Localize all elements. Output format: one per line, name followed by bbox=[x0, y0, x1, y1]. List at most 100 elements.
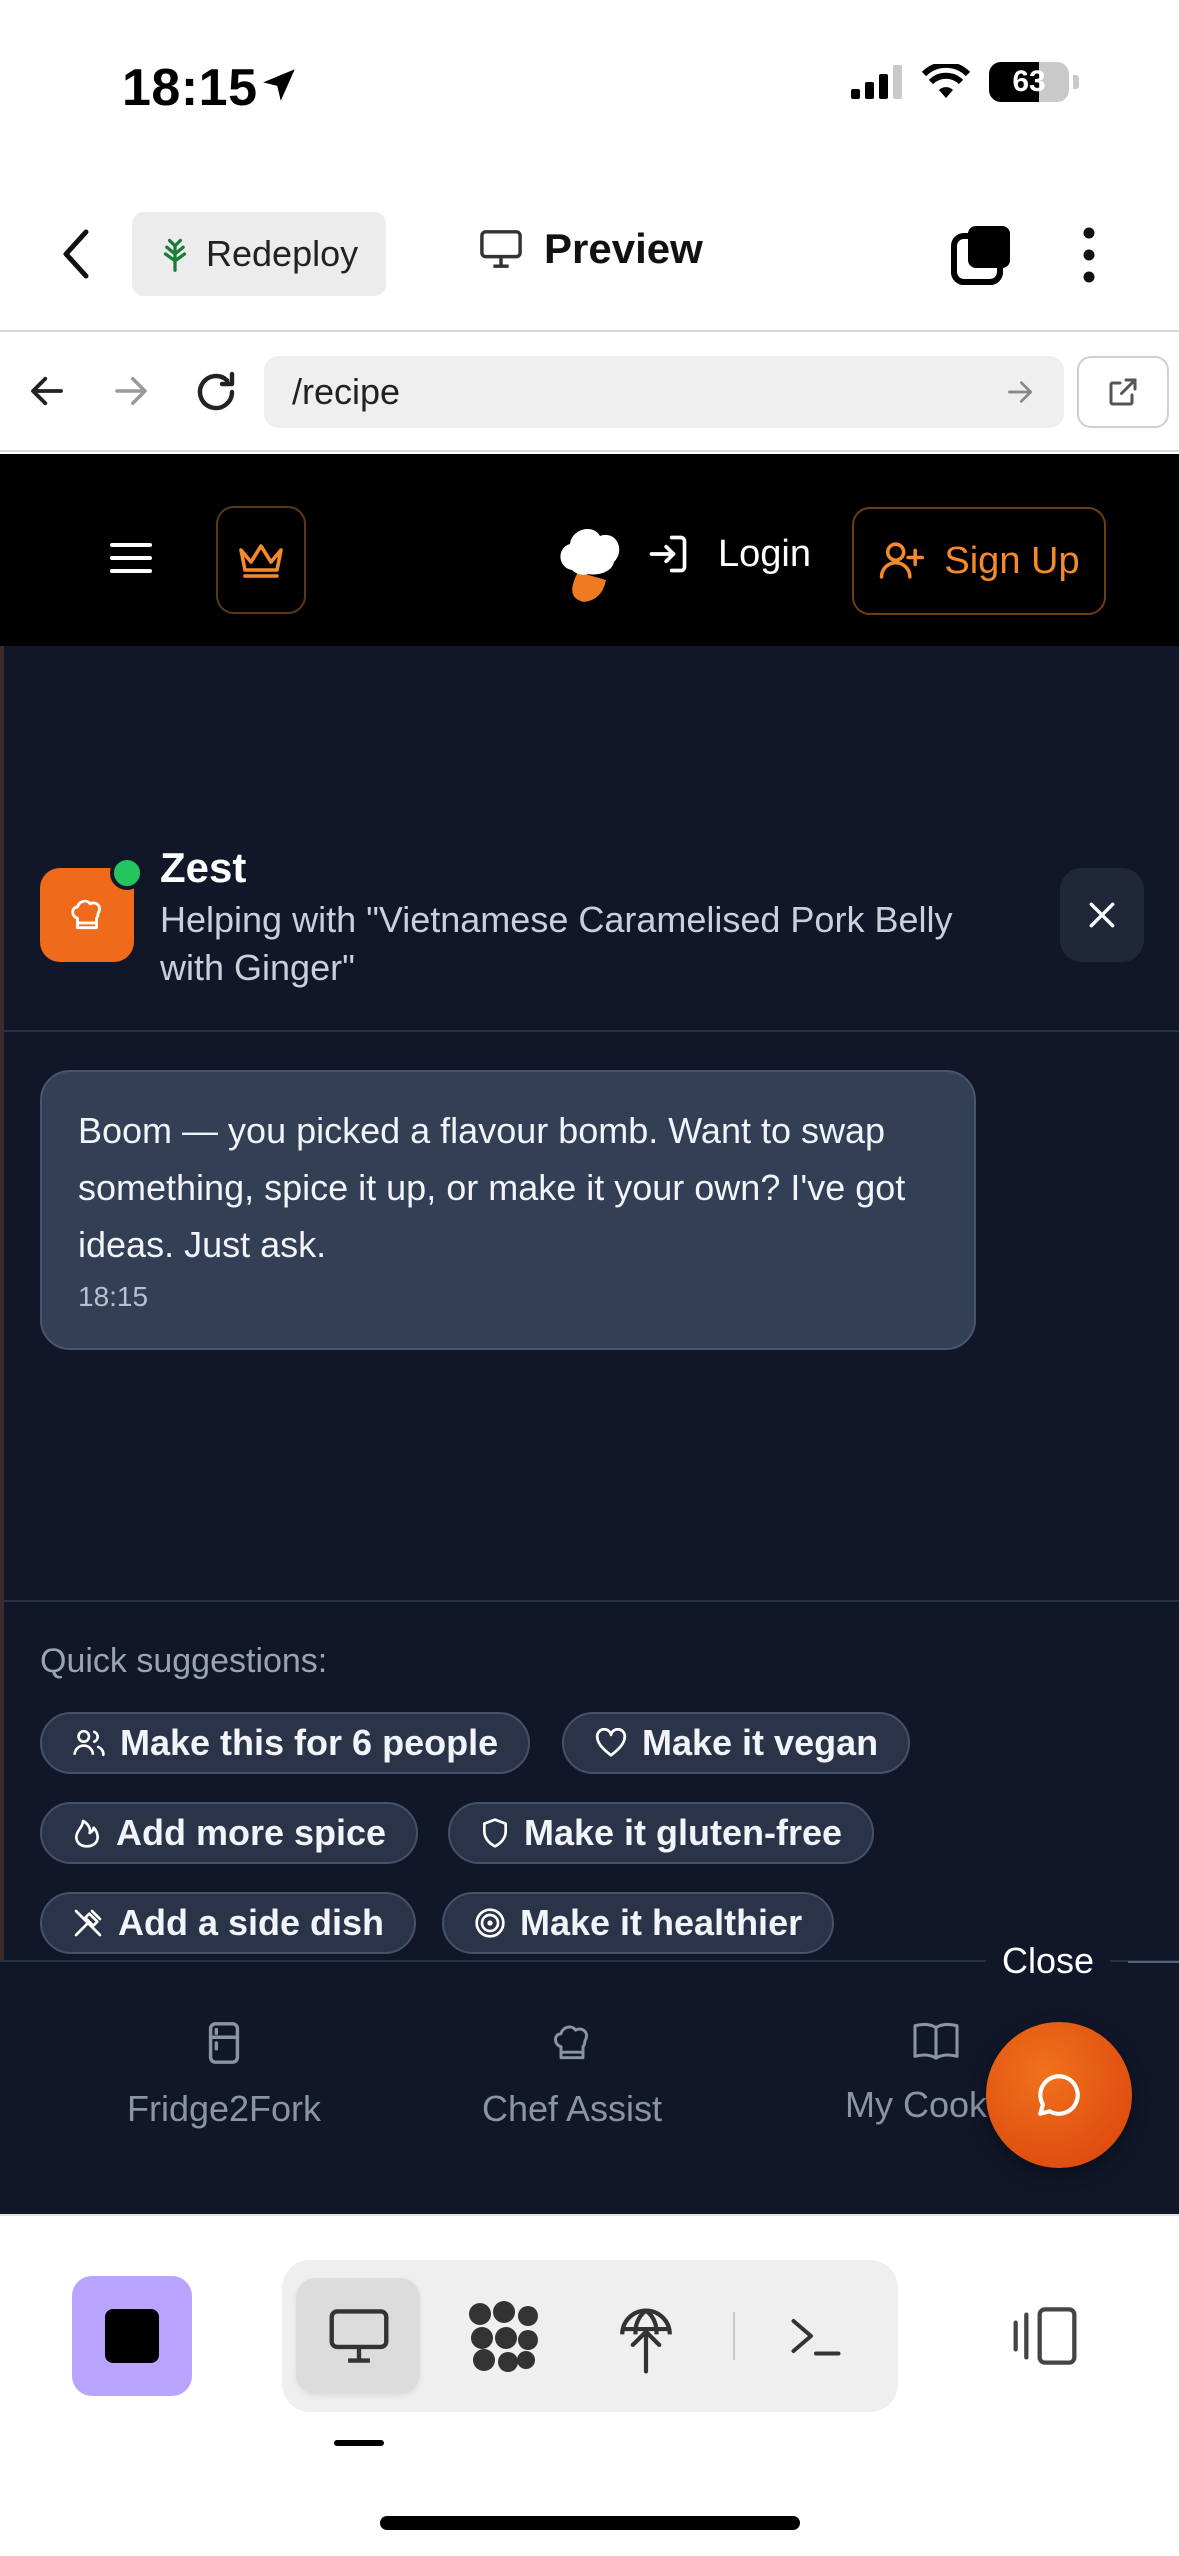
monitor-icon bbox=[326, 2306, 392, 2366]
deploy-tool-button[interactable] bbox=[614, 2300, 678, 2374]
browser-reload-button[interactable] bbox=[192, 368, 240, 416]
close-chat-button[interactable] bbox=[1060, 868, 1144, 962]
signup-button[interactable]: Sign Up bbox=[852, 507, 1106, 615]
browser-back-button[interactable] bbox=[26, 370, 68, 412]
suggestion-chip[interactable]: Make it healthier bbox=[442, 1892, 835, 1954]
arrow-right-icon bbox=[110, 370, 152, 412]
chat-toggle-button[interactable] bbox=[986, 2022, 1132, 2168]
login-icon bbox=[646, 532, 690, 576]
tool-separator bbox=[733, 2312, 735, 2360]
nav-item-fridge2fork[interactable]: Fridge2Fork bbox=[112, 2020, 336, 2130]
terminal-icon bbox=[786, 2306, 846, 2366]
layout-toggle-button[interactable] bbox=[1010, 2304, 1080, 2368]
online-status-dot bbox=[110, 856, 144, 890]
suggestion-chip[interactable]: Add a side dish bbox=[40, 1892, 417, 1954]
wifi-icon bbox=[921, 64, 971, 100]
status-time: 18:15 bbox=[122, 58, 258, 118]
arrow-right-icon bbox=[1004, 376, 1036, 408]
suggestion-label: Add a side dish bbox=[118, 1902, 385, 1943]
chef-hat-icon bbox=[68, 897, 106, 933]
signup-label: Sign Up bbox=[944, 539, 1080, 582]
chat-header-divider bbox=[4, 1030, 1179, 1032]
home-indicator bbox=[380, 2516, 800, 2530]
battery-level: 63 bbox=[1012, 65, 1046, 98]
windows-button[interactable] bbox=[950, 222, 1014, 286]
url-path: /recipe bbox=[292, 371, 401, 412]
shield-icon bbox=[480, 1817, 510, 1849]
login-label: Login bbox=[718, 532, 811, 575]
vertical-dots-icon bbox=[1072, 226, 1106, 284]
suggestion-label: Add more spice bbox=[116, 1812, 387, 1853]
open-external-button[interactable] bbox=[1077, 356, 1169, 428]
terminal-tool-button[interactable] bbox=[786, 2306, 846, 2366]
battery-icon: 63 bbox=[989, 62, 1069, 102]
url-input[interactable]: /recipe bbox=[264, 356, 1064, 428]
utensils-icon bbox=[72, 1907, 104, 1939]
assistant-name: Zest bbox=[160, 844, 247, 891]
redeploy-label: Redeploy bbox=[206, 233, 359, 274]
preview-tab[interactable]: Preview bbox=[478, 225, 703, 273]
message-time: 18:15 bbox=[78, 1281, 149, 1312]
url-go-button[interactable] bbox=[1004, 376, 1036, 408]
hamburger-icon bbox=[110, 542, 152, 574]
monitor-icon bbox=[478, 228, 524, 270]
login-button[interactable]: Login bbox=[646, 532, 811, 576]
suggestion-label: Make this for 6 people bbox=[120, 1722, 499, 1763]
reload-icon bbox=[192, 368, 240, 416]
location-arrow-icon bbox=[258, 64, 300, 106]
back-button[interactable] bbox=[60, 222, 110, 286]
premium-button[interactable] bbox=[216, 506, 306, 614]
status-indicators: 63 bbox=[851, 62, 1079, 102]
status-time-text: 18:15 bbox=[122, 59, 258, 117]
assistant-message: Boom — you picked a flavour bomb. Want t… bbox=[40, 1070, 976, 1350]
chevron-left-icon bbox=[60, 228, 92, 280]
quick-suggestions-label: Quick suggestions: bbox=[40, 1642, 328, 1680]
crown-icon bbox=[237, 540, 285, 580]
suggestion-chip[interactable]: Add more spice bbox=[40, 1802, 419, 1864]
flame-icon bbox=[72, 1817, 102, 1849]
nav-item-label: Chef Assist bbox=[481, 2088, 663, 2129]
preview-tool-button[interactable] bbox=[326, 2306, 392, 2366]
deploy-tree-icon bbox=[158, 235, 192, 273]
more-options-button[interactable] bbox=[1072, 226, 1106, 284]
close-icon bbox=[1086, 899, 1118, 931]
arrow-left-icon bbox=[26, 370, 68, 412]
stacked-windows-icon bbox=[950, 222, 1014, 286]
close-divider bbox=[1128, 1961, 1179, 1963]
preview-label: Preview bbox=[544, 225, 703, 272]
nav-item-chef-assist[interactable]: Chef Assist bbox=[462, 2020, 682, 2130]
side-panel-icon bbox=[1010, 2304, 1080, 2368]
target-icon bbox=[474, 1907, 506, 1939]
external-link-icon bbox=[1105, 374, 1141, 410]
stop-icon bbox=[105, 2309, 159, 2363]
chef-hat-icon bbox=[550, 2020, 594, 2066]
logo-icon bbox=[554, 522, 626, 604]
battery-tip bbox=[1073, 75, 1079, 89]
nav-item-label: Fridge2Fork bbox=[126, 2088, 322, 2129]
message-text: Boom — you picked a flavour bomb. Want t… bbox=[78, 1110, 906, 1265]
active-tool-indicator bbox=[334, 2440, 384, 2446]
suggestion-label: Make it vegan bbox=[642, 1722, 879, 1763]
close-label[interactable]: Close bbox=[986, 1940, 1111, 1982]
suggestion-label: Make it gluten-free bbox=[524, 1812, 843, 1853]
suggestion-chip[interactable]: Make this for 6 people bbox=[40, 1712, 531, 1774]
suggestion-chip[interactable]: Make it vegan bbox=[562, 1712, 911, 1774]
fridge-icon bbox=[206, 2020, 242, 2066]
suggestion-chip[interactable]: Make it gluten-free bbox=[448, 1802, 875, 1864]
heart-icon bbox=[594, 1728, 628, 1758]
hamburger-menu-button[interactable] bbox=[110, 542, 152, 574]
globe-deploy-icon bbox=[614, 2300, 678, 2374]
stop-button[interactable] bbox=[72, 2276, 192, 2396]
browser-forward-button[interactable] bbox=[110, 370, 152, 412]
cellular-signal-icon bbox=[851, 65, 903, 99]
suggestion-label: Make it healthier bbox=[520, 1902, 803, 1943]
book-icon bbox=[911, 2020, 961, 2062]
people-icon bbox=[72, 1728, 106, 1758]
chat-bubble-icon bbox=[1034, 2070, 1084, 2120]
suggestions-divider bbox=[4, 1600, 1179, 1602]
redeploy-button[interactable]: Redeploy bbox=[132, 212, 386, 296]
molecule-icon bbox=[466, 2300, 542, 2374]
agent-tool-button[interactable] bbox=[466, 2300, 542, 2374]
assistant-context: Helping with "Vietnamese Caramelised Por… bbox=[160, 899, 953, 988]
user-plus-icon bbox=[878, 539, 925, 583]
